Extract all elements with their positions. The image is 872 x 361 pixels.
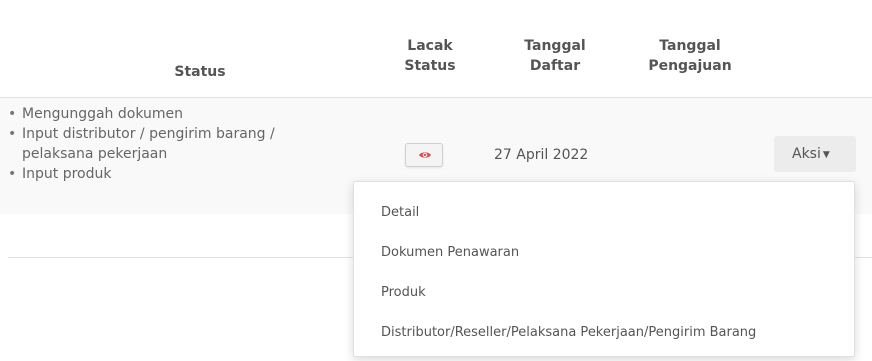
menu-item-distributor[interactable]: Distributor/Reseller/Pelaksana Pekerjaan… <box>381 324 756 342</box>
header-line: Tanggal <box>524 38 586 54</box>
status-item: Mengunggah dokumen <box>8 104 348 124</box>
eye-icon <box>419 152 431 158</box>
column-header-status: Status <box>150 62 250 82</box>
column-header-tanggal-pengajuan: Tanggal Pengajuan <box>635 36 745 76</box>
column-header-status-label: Status <box>174 64 226 80</box>
track-status-button[interactable] <box>405 143 443 167</box>
menu-item-detail[interactable]: Detail <box>381 204 419 222</box>
status-item: Input distributor / pengirim barang / pe… <box>8 124 348 164</box>
tanggal-daftar-value: 27 April 2022 <box>494 147 589 163</box>
action-dropdown-menu: Detail Dokumen Penawaran Produk Distribu… <box>353 181 855 357</box>
header-line: Status <box>404 58 456 74</box>
column-header-tanggal-daftar: Tanggal Daftar <box>505 36 605 76</box>
header-line: Lacak <box>407 38 453 54</box>
status-list: Mengunggah dokumen Input distributor / p… <box>8 104 348 184</box>
menu-item-produk[interactable]: Produk <box>381 284 426 302</box>
caret-down-icon: ▼ <box>822 150 830 160</box>
header-line: Pengajuan <box>648 58 732 74</box>
menu-item-dokumen-penawaran[interactable]: Dokumen Penawaran <box>381 244 519 262</box>
action-button-label: Aksi <box>792 146 821 162</box>
status-item: Input produk <box>8 164 348 184</box>
header-line: Tanggal <box>659 38 721 54</box>
action-dropdown-button[interactable]: Aksi ▼ <box>774 136 856 172</box>
column-header-lacak-status: Lacak Status <box>390 36 470 76</box>
header-line: Daftar <box>529 58 581 74</box>
